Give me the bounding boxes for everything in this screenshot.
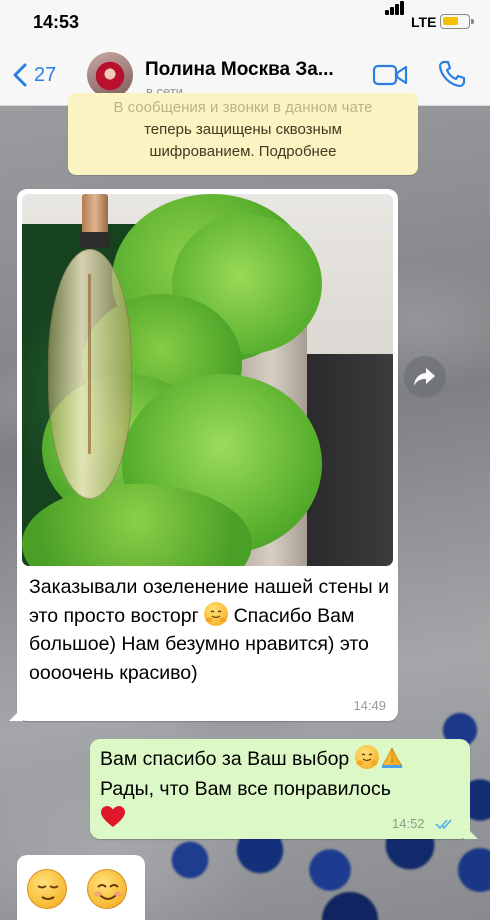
message-photo[interactable] <box>22 194 393 566</box>
forward-icon <box>414 368 435 386</box>
avatar[interactable] <box>87 52 133 98</box>
hugging-face-emoji <box>204 601 229 626</box>
lamp-filament <box>88 274 91 454</box>
battery-icon <box>440 14 474 29</box>
message-text-part: Вам спасибо за Ваш выбор <box>100 748 350 770</box>
battery-level <box>443 17 458 25</box>
message-text: Заказывали озеленение нашей стены и это … <box>29 573 389 687</box>
message-bubble-incoming[interactable] <box>17 855 145 920</box>
encryption-notice[interactable]: В сообщения и звонки в данном чате тепер… <box>68 93 418 175</box>
message-text: Вам спасибо за Ваш выбор <box>100 745 405 773</box>
encryption-line: В сообщения и звонки в данном чате <box>113 99 373 116</box>
phone-call-icon[interactable] <box>437 59 467 89</box>
message-bubble-outgoing[interactable]: Вам спасибо за Ваш выбор Рады, что Вам в… <box>90 739 470 839</box>
message-bubble-incoming[interactable]: Заказывали озеленение нашей стены и это … <box>17 189 398 721</box>
red-heart-emoji <box>101 806 125 827</box>
back-button[interactable]: 27 <box>8 58 56 92</box>
contact-name[interactable]: Полина Москва За... <box>145 59 334 81</box>
chevron-left-icon <box>13 63 27 87</box>
folded-hands-emoji <box>380 747 403 768</box>
lamp-socket <box>80 232 110 248</box>
message-time: 14:52 <box>392 816 425 831</box>
encryption-line: теперь защищены сквозным <box>144 121 342 138</box>
double-check-icon <box>435 819 452 830</box>
message-text: Рады, что Вам все понравилось <box>100 775 391 803</box>
network-type: LTE <box>411 14 437 30</box>
status-bar: 14:53 LTE <box>0 0 490 44</box>
message-time: 14:49 <box>353 698 386 713</box>
forward-button[interactable] <box>404 356 446 398</box>
smiling-face-emoji <box>87 869 127 909</box>
encryption-line: шифрованием. Подробнее <box>149 143 337 160</box>
hugging-face-emoji <box>354 745 379 769</box>
unread-count: 27 <box>34 63 57 86</box>
status-time: 14:53 <box>33 12 80 32</box>
message-text-part: Рады, что Вам все понравилось <box>100 778 391 800</box>
video-call-icon[interactable] <box>372 62 408 88</box>
relieved-face-emoji <box>27 869 67 909</box>
